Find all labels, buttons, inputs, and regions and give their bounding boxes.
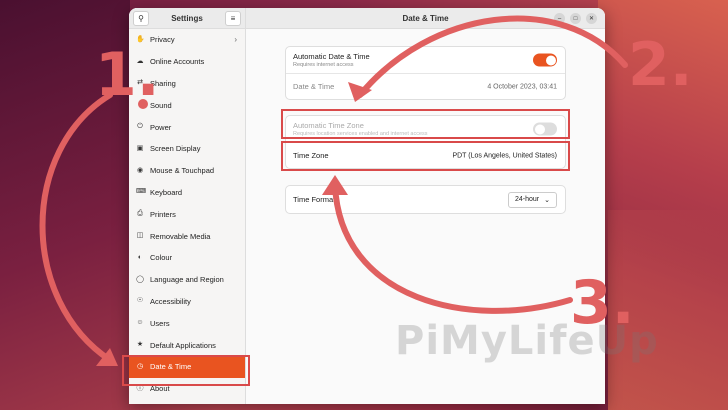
arrow-head-step-3 (322, 175, 348, 195)
arrow-step-2 (357, 15, 628, 98)
annotation-step-1: 1. (95, 40, 160, 110)
annotation-step-3: 3. (570, 268, 635, 338)
annotation-step-2: 2. (628, 30, 693, 100)
arrow-step-3 (332, 182, 573, 314)
arrow-step-1 (39, 92, 113, 363)
